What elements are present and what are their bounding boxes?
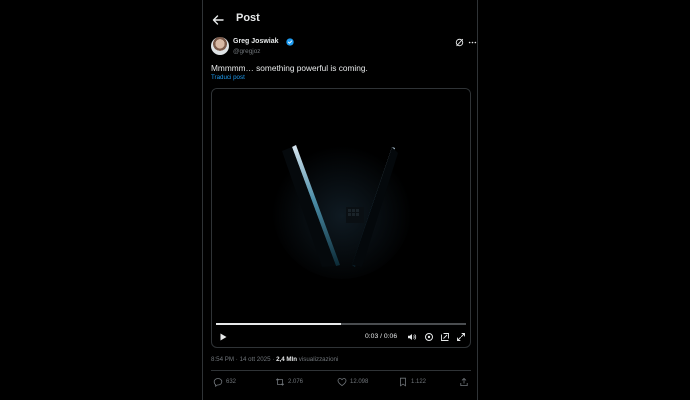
author-name[interactable]: Greg Joswiak bbox=[233, 38, 279, 45]
like-count: 12.098 bbox=[350, 379, 369, 385]
share-icon bbox=[460, 377, 468, 386]
post-column: Post Greg Joswiak @gregjoz Mmmmm… someth… bbox=[202, 0, 478, 400]
grok-icon[interactable] bbox=[455, 38, 464, 47]
settings-icon[interactable] bbox=[424, 332, 434, 342]
heart-icon bbox=[337, 378, 347, 387]
divider bbox=[211, 370, 471, 371]
video-player[interactable]: 0:03 / 0:06 bbox=[211, 88, 471, 348]
back-arrow-icon[interactable] bbox=[210, 12, 226, 28]
post-header: Post bbox=[203, 0, 477, 38]
post-meta: 8:54 PM · 14 ott 2025 · 2,4 Mln visualiz… bbox=[211, 356, 338, 363]
volume-icon[interactable] bbox=[407, 332, 417, 342]
fullscreen-icon[interactable] bbox=[456, 332, 466, 342]
play-icon[interactable] bbox=[218, 332, 228, 342]
page-title: Post bbox=[236, 12, 260, 24]
post-date[interactable]: 14 ott 2025 bbox=[240, 356, 271, 363]
reply-icon bbox=[213, 378, 223, 387]
post-time[interactable]: 8:54 PM bbox=[211, 356, 234, 363]
bookmark-count: 1.122 bbox=[411, 379, 427, 385]
picture-in-picture-icon[interactable] bbox=[440, 332, 450, 342]
video-progress-fill bbox=[216, 323, 341, 325]
video-progress-bar[interactable] bbox=[216, 323, 466, 325]
video-time: 0:03 / 0:06 bbox=[365, 333, 398, 340]
translate-post-link[interactable]: Traduci post bbox=[211, 74, 245, 81]
verified-badge-icon bbox=[286, 38, 294, 46]
meta-separator: · bbox=[272, 356, 275, 363]
author-row: Greg Joswiak @gregjoz bbox=[211, 37, 477, 59]
more-options-icon[interactable] bbox=[468, 38, 477, 47]
view-count: 2,4 Mln bbox=[276, 356, 298, 363]
bookmark-icon bbox=[400, 377, 406, 387]
reply-count: 632 bbox=[226, 379, 237, 385]
repost-count: 2.076 bbox=[288, 379, 304, 385]
views-label: visualizzazioni bbox=[298, 356, 339, 363]
avatar[interactable] bbox=[211, 37, 229, 55]
meta-separator: · bbox=[235, 356, 238, 363]
post-text: Mmmmm… something powerful is coming. bbox=[211, 63, 368, 73]
video-frame bbox=[212, 89, 470, 319]
repost-icon bbox=[275, 378, 285, 386]
author-handle[interactable]: @gregjoz bbox=[233, 48, 260, 55]
